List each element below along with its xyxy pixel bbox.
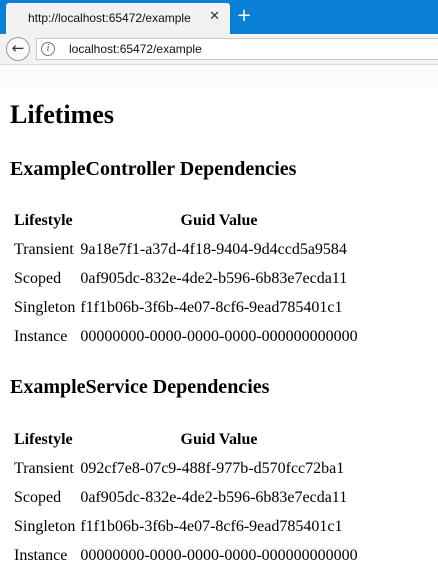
browser-nav-bar: ← i localhost:65472/example (0, 34, 438, 64)
table-header-row: Lifestyle Guid Value (12, 206, 360, 235)
controller-dependencies-table: Lifestyle Guid Value Transient 9a18e7f1-… (12, 206, 360, 351)
page-top-divider (0, 64, 438, 87)
guid-cell: f1f1b06b-3f6b-4e07-8cf6-9ead785401c1 (80, 298, 343, 316)
guid-cell: 0af905dc-832e-4de2-b596-6b83e7ecda11 (80, 488, 348, 506)
lifestyle-cell: Transient (14, 459, 74, 477)
guid-cell: 00000000-0000-0000-0000-000000000000 (80, 327, 358, 345)
url-text[interactable]: localhost:65472/example (69, 42, 202, 56)
lifestyle-cell: Transient (14, 240, 74, 258)
info-icon[interactable]: i (41, 42, 55, 56)
section-heading-service: ExampleService Dependencies (10, 376, 270, 398)
table-row: Singleton f1f1b06b-3f6b-4e07-8cf6-9ead78… (12, 512, 360, 541)
table-header-row: Lifestyle Guid Value (12, 425, 360, 454)
lifestyle-cell: Instance (14, 327, 68, 345)
lifestyle-cell: Singleton (14, 517, 76, 535)
section-heading-controller: ExampleController Dependencies (10, 158, 297, 180)
table-row: Instance 00000000-0000-0000-0000-0000000… (12, 541, 360, 570)
table-row: Singleton f1f1b06b-3f6b-4e07-8cf6-9ead78… (12, 293, 360, 322)
column-header-lifestyle: Lifestyle (14, 430, 73, 448)
lifestyle-cell: Singleton (14, 298, 76, 316)
table-row: Transient 9a18e7f1-a37d-4f18-9404-9d4ccd… (12, 235, 360, 264)
lifestyle-cell: Scoped (14, 488, 62, 506)
tab-title: http://localhost:65472/example (28, 11, 191, 25)
column-header-lifestyle: Lifestyle (14, 211, 73, 229)
address-bar[interactable]: i localhost:65472/example (36, 38, 438, 60)
guid-cell: 00000000-0000-0000-0000-000000000000 (80, 546, 358, 564)
table-row: Instance 00000000-0000-0000-0000-0000000… (12, 322, 360, 351)
column-header-guid: Guid Value (180, 430, 258, 448)
table-row: Scoped 0af905dc-832e-4de2-b596-6b83e7ecd… (12, 483, 360, 512)
back-arrow-icon[interactable]: ← (6, 37, 30, 61)
close-icon[interactable]: ✕ (209, 9, 220, 24)
table-row: Scoped 0af905dc-832e-4de2-b596-6b83e7ecd… (12, 264, 360, 293)
browser-tab[interactable]: http://localhost:65472/example ✕ (6, 3, 230, 34)
table-row: Transient 092cf7e8-07c9-488f-977b-d570fc… (12, 454, 360, 483)
browser-tab-strip: http://localhost:65472/example ✕ + (0, 0, 438, 34)
service-dependencies-table: Lifestyle Guid Value Transient 092cf7e8-… (12, 425, 360, 570)
guid-cell: 0af905dc-832e-4de2-b596-6b83e7ecda11 (80, 269, 348, 287)
lifestyle-cell: Instance (14, 546, 68, 564)
guid-cell: 092cf7e8-07c9-488f-977b-d570fcc72ba1 (80, 459, 345, 477)
column-header-guid: Guid Value (180, 211, 258, 229)
guid-cell: 9a18e7f1-a37d-4f18-9404-9d4ccd5a9584 (80, 240, 347, 258)
new-tab-icon[interactable]: + (236, 6, 252, 26)
page-title: Lifetimes (10, 100, 114, 129)
guid-cell: f1f1b06b-3f6b-4e07-8cf6-9ead785401c1 (80, 517, 343, 535)
lifestyle-cell: Scoped (14, 269, 62, 287)
